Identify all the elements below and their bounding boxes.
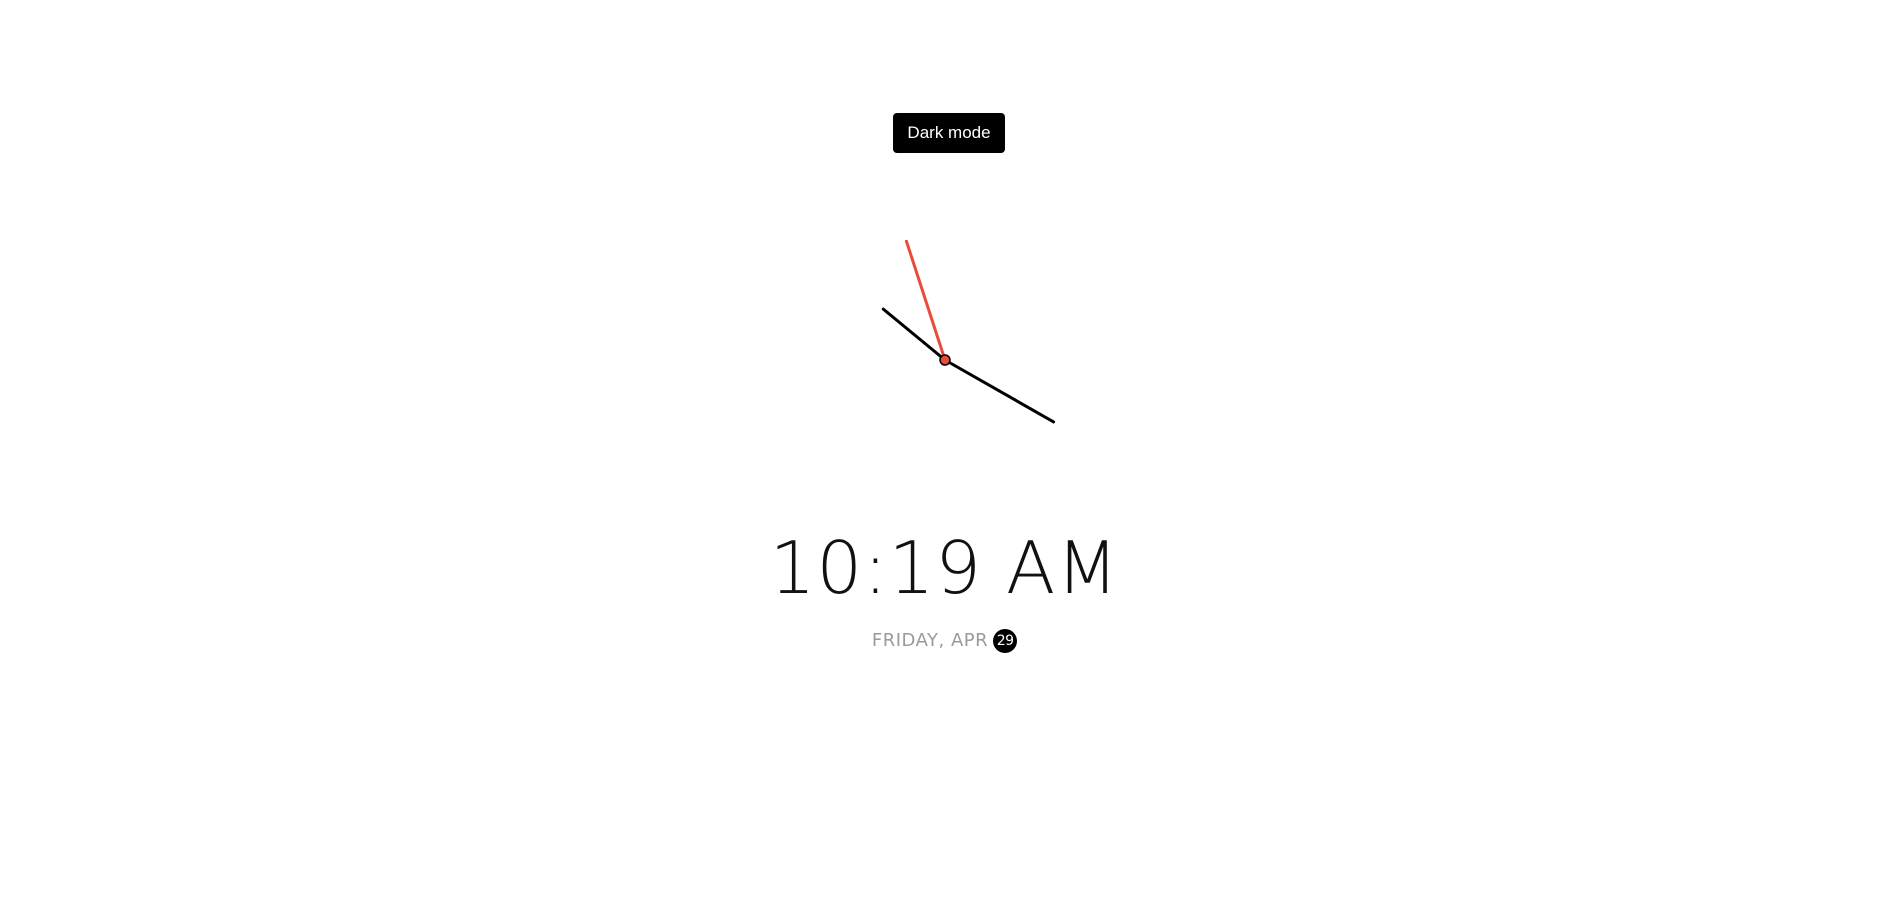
clock-page: Dark mode 10:19 AM FRIDAY, APR 29 [0,0,1889,904]
date-weekday-month: FRIDAY, APR [871,630,989,651]
analog-clock-face [881,240,1056,424]
digital-time: 10:19 AM [769,526,1120,610]
date-day-badge: 29 [993,629,1018,653]
minute-hand [943,358,1056,424]
dark-mode-toggle-button[interactable]: Dark mode [893,113,1005,153]
analog-clock [825,240,1065,480]
date-display: FRIDAY, APR 29 [0,628,1889,654]
clock-center-pin [939,354,951,366]
